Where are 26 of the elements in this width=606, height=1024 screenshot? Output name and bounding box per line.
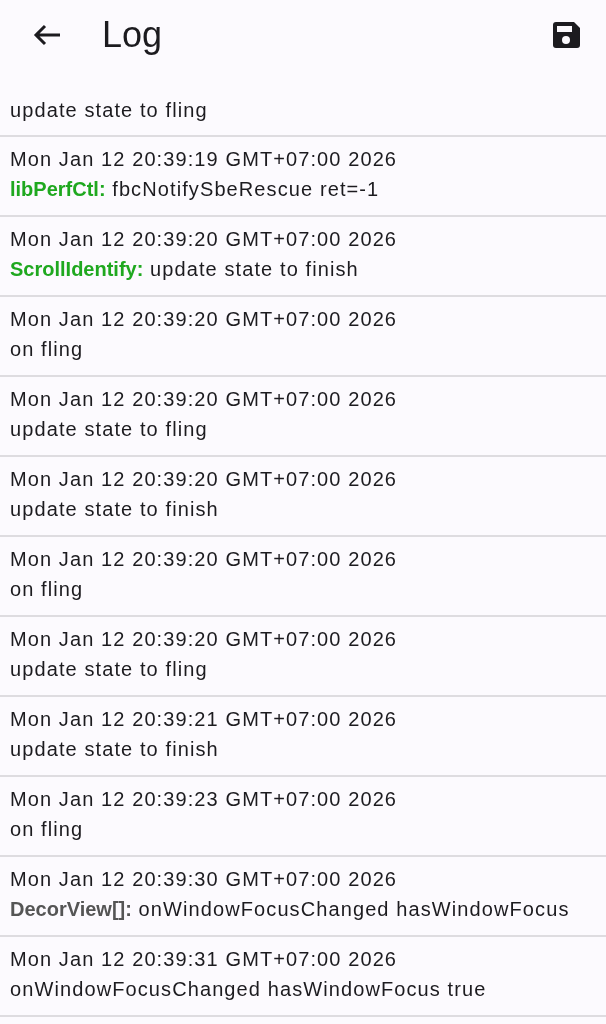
back-arrow-icon — [32, 23, 62, 47]
log-timestamp: Mon Jan 12 20:39:20 GMT+07:00 2026 — [10, 467, 399, 491]
screen-title: Log — [102, 14, 164, 56]
log-timestamp: Mon Jan 12 20:39:20 GMT+07:00 2026 — [10, 627, 399, 651]
log-message: DecorView[]: onWindowFocusChanged hasWindowFocus — [10, 897, 571, 921]
log-message: on fling — [10, 577, 85, 601]
save-icon — [550, 19, 582, 51]
log-message: update state to fling — [10, 417, 209, 441]
log-timestamp: Mon Jan 12 20:39:23 GMT+07:00 2026 — [10, 787, 399, 811]
log-timestamp: Mon Jan 12 20:39:19 GMT+07:00 2026 — [10, 147, 399, 171]
log-timestamp: Mon Jan 12 20:39:30 GMT+07:00 2026 — [10, 867, 399, 891]
log-message: on fling — [10, 817, 85, 841]
log-timestamp: Mon Jan 12 20:39:20 GMT+07:00 2026 — [10, 387, 399, 411]
log-timestamp: Mon Jan 12 20:39:20 GMT+07:00 2026 — [10, 547, 399, 571]
log-message: update state to fling — [10, 657, 209, 681]
log-message: update state to finish — [10, 497, 220, 521]
log-timestamp: Mon Jan 12 20:39:20 GMT+07:00 2026 — [10, 307, 399, 331]
log-message: update state to finish — [10, 737, 220, 761]
log-timestamp: Mon Jan 12 20:39:20 GMT+07:00 2026 — [10, 227, 399, 251]
log-message: on fling — [10, 337, 85, 361]
log-message: ScrollIdentify: update state to finish — [10, 257, 360, 281]
log-message: onWindowFocusChanged hasWindowFocus true — [10, 977, 488, 1001]
log-timestamp: Mon Jan 12 20:39:31 GMT+07:00 2026 — [10, 947, 399, 971]
log-timestamp: Mon Jan 12 20:39:21 GMT+07:00 2026 — [10, 707, 399, 731]
log-message: libPerfCtl: fbcNotifySbeRescue ret=-1 — [10, 177, 381, 201]
log-message: update state to fling — [10, 98, 209, 122]
